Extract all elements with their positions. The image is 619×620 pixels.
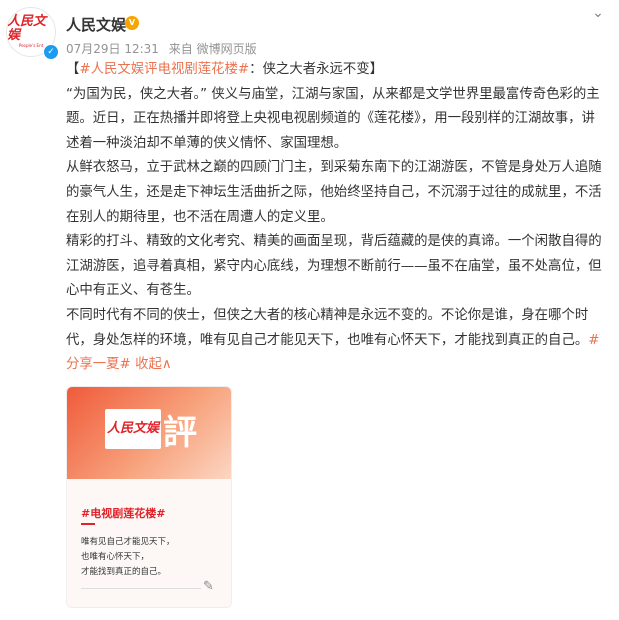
collapse-button[interactable]: 收起∧ xyxy=(135,357,172,372)
post-source: 来自 微博网页版 xyxy=(168,42,257,56)
post-paragraph-2: 从鲜衣怒马，立于武林之巅的四顾门门主，到采菊东南下的江湖游医，不管是身处万人追随… xyxy=(66,160,602,225)
headline-text: ：侠之大者永远不变】 xyxy=(249,62,384,77)
topic-link[interactable]: #人民文娱评电视剧莲花楼# xyxy=(79,62,249,77)
card-quote-line: 才能找到真正的自己。 xyxy=(81,567,167,577)
bracket-open: 【 xyxy=(66,62,80,77)
card-logo: 人民文娱 xyxy=(105,409,161,449)
post-image-card[interactable]: 人民文娱 評 #电视剧莲花楼# 唯有见自己才能见天下， 也唯有心怀天下， 才能找… xyxy=(66,386,232,608)
pen-icon: ✎ xyxy=(203,579,214,594)
post-date[interactable]: 07月29日 12:31 xyxy=(66,42,159,56)
card-tag: #电视剧莲花楼# xyxy=(81,507,166,520)
post-paragraph-3: 精彩的打斗、精致的文化考究、精美的画面呈现，背后蕴藏的是侠的真谛。一个闲散自得的… xyxy=(66,234,602,299)
post-content: 【#人民文娱评电视剧莲花楼#：侠之大者永远不变】 “为国为民，侠之大者。” 侠义… xyxy=(66,58,606,378)
card-quote-line: 也唯有心怀天下， xyxy=(81,552,150,562)
verified-icon: ✓ xyxy=(43,44,59,60)
post-headline: 【#人民文娱评电视剧莲花楼#：侠之大者永远不变】 xyxy=(66,58,606,83)
card-ping-title: 評 xyxy=(163,413,197,453)
post-paragraph-4-text: 不同时代有不同的侠士，但侠之大者的核心精神是永远不变的。不论你是谁，身在哪个时代… xyxy=(66,307,589,348)
post-paragraph-1: “为国为民，侠之大者。” 侠义与庙堂，江湖与家国，从来都是文学世界里最富传奇色彩… xyxy=(66,86,600,151)
card-quote-line: 唯有见自己才能见天下， xyxy=(81,537,175,547)
card-footer-divider xyxy=(81,588,201,589)
vip-badge-icon[interactable]: V xyxy=(125,16,139,30)
card-quote: 唯有见自己才能见天下， 也唯有心怀天下， 才能找到真正的自己。 xyxy=(81,535,175,580)
post-meta: 07月29日 12:31 来自 微博网页版 xyxy=(66,40,263,57)
username[interactable]: 人民文娱 xyxy=(66,14,126,35)
post-paragraph-4: 不同时代有不同的侠士，但侠之大者的核心精神是永远不变的。不论你是谁，身在哪个时代… xyxy=(66,304,606,378)
card-divider xyxy=(81,523,95,525)
chevron-down-icon[interactable]: ⌄ xyxy=(589,6,607,20)
avatar-logo: 人民文娱 xyxy=(7,14,47,43)
avatar-subtext: People's Ent xyxy=(18,43,44,48)
